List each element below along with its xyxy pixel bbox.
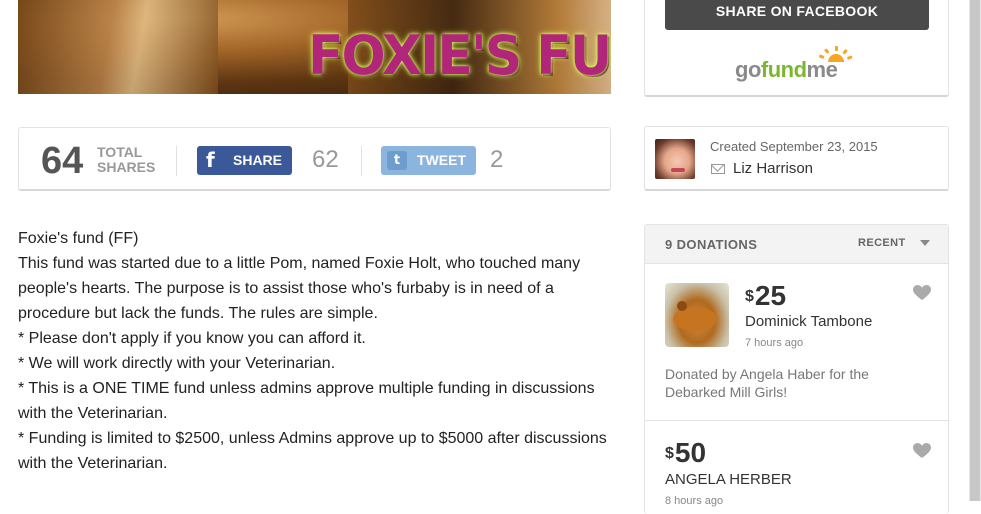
- donation-amount: $50: [665, 438, 706, 468]
- divider: [361, 146, 362, 176]
- total-label-line-1: TOTAL: [97, 144, 143, 160]
- mail-icon[interactable]: [711, 164, 725, 174]
- donation-value: 25: [754, 280, 787, 311]
- facebook-share-label: SHARE: [233, 152, 283, 168]
- avatar-detail: [671, 168, 685, 172]
- twitter-tweet-count: 2: [490, 146, 504, 173]
- twitter-tweet-button[interactable]: t TWEET: [381, 146, 476, 175]
- donation-amount: $25: [745, 281, 786, 311]
- donations-card: 9 DONATIONS RECENT $25 Dominick Tambone …: [644, 224, 949, 514]
- campaign-story: Foxie's fund (FF) This fund was started …: [18, 226, 618, 476]
- logo-go: go: [735, 57, 761, 82]
- logo-me: me: [806, 57, 838, 82]
- story-paragraph: This fund was started due to a little Po…: [18, 255, 581, 322]
- hero-title: FOXIE'S FUND: [308, 24, 611, 88]
- story-rule: * Funding is limited to $2500, unless Ad…: [18, 430, 607, 472]
- donation-value: 50: [674, 437, 707, 468]
- twitter-tweet-label: TWEET: [417, 152, 466, 168]
- donation-time: 7 hours ago: [745, 337, 804, 349]
- donation-time: 8 hours ago: [665, 495, 724, 507]
- story-rule: * We will work directly with your Veteri…: [18, 355, 336, 372]
- facebook-icon: f: [206, 148, 215, 172]
- hero-fur-left: [18, 0, 218, 94]
- scrollbar-thumb[interactable]: [970, 0, 980, 501]
- total-shares-count: 64: [41, 140, 84, 182]
- donor-photo: [665, 283, 729, 347]
- campaign-hero-image: FOXIE'S FUND: [18, 0, 611, 94]
- facebook-share-button[interactable]: f SHARE: [197, 146, 292, 175]
- divider: [645, 420, 948, 421]
- twitter-icon: t: [387, 151, 407, 170]
- gofundme-logo[interactable]: gofundme: [735, 46, 865, 86]
- share-on-facebook-button[interactable]: SHARE ON FACEBOOK: [665, 0, 929, 30]
- organizer-avatar[interactable]: [655, 139, 695, 179]
- story-title: Foxie's fund (FF): [18, 230, 139, 247]
- logo-fund: fund: [760, 57, 807, 82]
- donor-photo-detail: [677, 301, 687, 311]
- created-date: Created September 23, 2015: [710, 139, 878, 154]
- heart-icon[interactable]: [913, 443, 931, 459]
- total-shares-label: TOTAL SHARES: [97, 145, 155, 175]
- facebook-share-count: 62: [312, 146, 339, 173]
- donor-name: Dominick Tambone: [745, 313, 873, 330]
- chevron-down-icon[interactable]: [920, 240, 930, 246]
- gofundme-wordmark: gofundme: [735, 57, 838, 82]
- donations-sort-dropdown[interactable]: RECENT: [858, 237, 906, 249]
- donation-currency: $: [745, 288, 754, 305]
- divider: [176, 146, 177, 176]
- donation-currency: $: [665, 445, 674, 462]
- organizer-card: Created September 23, 2015 Liz Harrison: [644, 126, 949, 191]
- organizer-name[interactable]: Liz Harrison: [733, 160, 813, 177]
- story-rule: * This is a ONE TIME fund unless admins …: [18, 380, 595, 422]
- heart-icon[interactable]: [913, 285, 931, 301]
- donations-count: 9 DONATIONS: [665, 237, 758, 252]
- donations-header: 9 DONATIONS RECENT: [645, 225, 948, 264]
- page-scrollbar[interactable]: [969, 0, 981, 501]
- story-rule: * Please don't apply if you know you can…: [18, 330, 366, 347]
- total-label-line-2: SHARES: [97, 159, 156, 175]
- share-bar: 64 TOTAL SHARES f SHARE 62 t TWEET 2: [18, 127, 611, 191]
- donor-name: ANGELA HERBER: [665, 471, 792, 488]
- donation-note: Donated by Angela Haber for the Debarked…: [665, 366, 869, 400]
